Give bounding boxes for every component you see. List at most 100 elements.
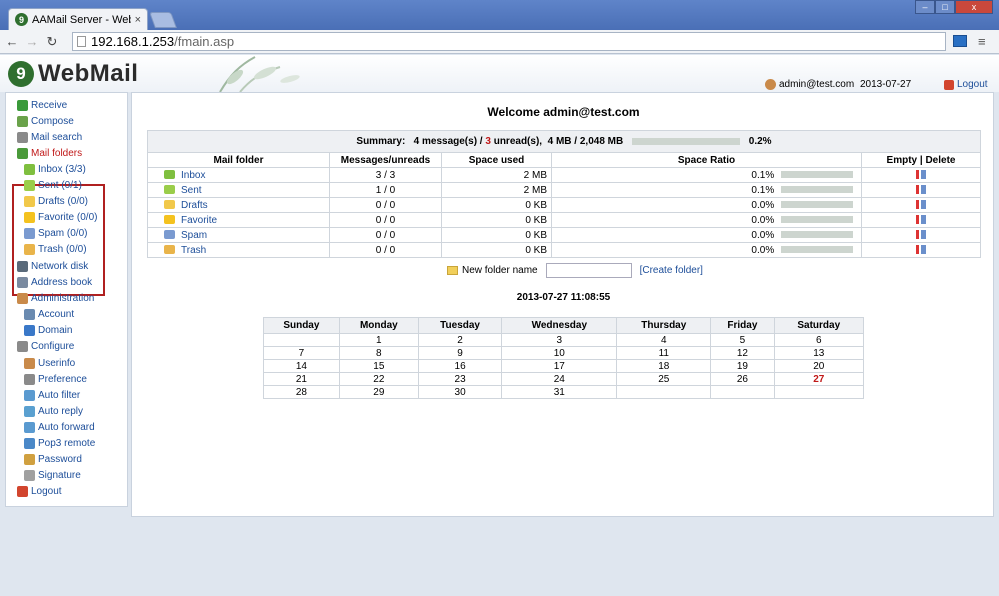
calendar-day: 29 — [338, 385, 419, 399]
empty-delete-icon[interactable] — [916, 200, 926, 210]
folder-link[interactable]: Inbox — [181, 170, 205, 181]
sidebar-item-inbox[interactable]: Inbox (3/3) — [24, 162, 86, 176]
folder-space: 2 MB — [441, 182, 552, 198]
user-email: admin@test.com — [779, 79, 855, 90]
sidebar-item-sent[interactable]: Sent (0/1) — [24, 178, 82, 192]
sidebar-item-compose[interactable]: Compose — [17, 114, 74, 128]
folder-row: Favorite 0 / 00 KB 0.0% — [147, 212, 981, 228]
empty-delete-icon[interactable] — [916, 170, 926, 180]
sidebar-item-auto-forward[interactable]: Auto forward — [24, 420, 95, 434]
folder-ratio-cell: 0.1% — [551, 167, 862, 183]
menu-icon[interactable]: ≡ — [978, 34, 986, 49]
calendar-day: 27 — [773, 372, 865, 386]
empty-delete-icon[interactable] — [916, 230, 926, 240]
maximize-button[interactable]: □ — [935, 0, 955, 14]
folder-ratio-cell: 0.0% — [551, 212, 862, 228]
empty-delete-icon[interactable] — [916, 185, 926, 195]
sidebar-item-preference[interactable]: Preference — [24, 372, 87, 386]
logout-label: Logout — [957, 79, 988, 90]
close-window-button[interactable]: x — [955, 0, 993, 14]
sidebar-item-pop3-remote[interactable]: Pop3 remote — [24, 436, 95, 450]
sidebar-item-administration[interactable]: Administration — [17, 291, 94, 305]
url-host: 192.168.1.253 — [91, 34, 175, 49]
calendar-day: 10 — [501, 346, 618, 360]
sidebar-item-label: Spam (0/0) — [38, 227, 88, 239]
create-folder-link[interactable]: [Create folder] — [640, 265, 703, 276]
folder-ratio-cell: 0.0% — [551, 197, 862, 213]
folder-name-cell: Sent — [147, 182, 330, 198]
browser-toolbar: ← → ↻ 192.168.1.253/fmain.asp ≡ — [0, 30, 999, 54]
sidebar-item-logout[interactable]: Logout — [17, 484, 62, 498]
account-icon — [24, 308, 35, 320]
trash-icon — [164, 245, 175, 255]
sidebar-item-signature[interactable]: Signature — [24, 468, 81, 482]
filter-icon — [24, 389, 35, 401]
folder-actions — [861, 212, 981, 228]
sidebar-item-userinfo[interactable]: Userinfo — [24, 356, 75, 370]
new-folder-input[interactable] — [545, 263, 632, 278]
sidebar-item-trash[interactable]: Trash (0/0) — [24, 242, 87, 256]
folder-name-cell: Trash — [147, 242, 330, 258]
folder-ratio-cell: 0.0% — [551, 242, 862, 258]
sidebar-item-configure[interactable]: Configure — [17, 339, 74, 353]
star-icon — [24, 211, 35, 223]
calendar-day-header: Thursday — [616, 317, 712, 334]
sidebar-item-favorite[interactable]: Favorite (0/0) — [24, 210, 97, 224]
folder-messages: 0 / 0 — [329, 227, 442, 243]
forward-icon[interactable]: → — [24, 34, 40, 49]
reload-icon[interactable]: ↻ — [44, 34, 60, 50]
sidebar-item-mail-folders[interactable]: Mail folders — [17, 146, 82, 160]
sidebar-item-password[interactable]: Password — [24, 452, 82, 466]
folder-link[interactable]: Trash — [181, 245, 206, 256]
sidebar-item-spam[interactable]: Spam (0/0) — [24, 226, 87, 240]
sidebar-item-domain[interactable]: Domain — [24, 323, 72, 337]
calendar-day — [263, 333, 340, 347]
sidebar-item-receive[interactable]: Receive — [17, 98, 67, 112]
sidebar-item-mail-search[interactable]: Mail search — [17, 130, 82, 144]
folder-name-cell: Inbox — [147, 167, 330, 183]
folder-link[interactable]: Sent — [181, 185, 202, 196]
sidebar-item-account[interactable]: Account — [24, 307, 74, 321]
logo-mark-icon: 9 — [8, 61, 34, 87]
folder-row: Drafts 0 / 00 KB 0.0% — [147, 197, 981, 213]
sidebar-item-label: Sent (0/1) — [38, 179, 82, 191]
logout-link[interactable]: Logout — [944, 79, 988, 90]
sidebar-item-label: Administration — [31, 292, 95, 304]
folder-name-cell: Favorite — [147, 212, 330, 228]
page-header: 9 WebMail admin@test.com 2013-07-27 Logo… — [0, 55, 999, 92]
sidebar: Receive Compose Mail search Mail folders Inb… — [5, 92, 128, 507]
sidebar-item-address-book[interactable]: Address book — [17, 275, 92, 289]
sidebar-item-auto-filter[interactable]: Auto filter — [24, 388, 80, 402]
empty-delete-icon[interactable] — [916, 215, 926, 225]
folder-row: Inbox 3 / 32 MB 0.1% — [147, 167, 981, 183]
extension-icon[interactable] — [953, 35, 967, 47]
folder-actions — [861, 227, 981, 243]
sidebar-item-network-disk[interactable]: Network disk — [17, 259, 88, 273]
tab-close-icon[interactable]: × — [135, 14, 141, 26]
summary-usage-bar — [632, 137, 740, 145]
sidebar-item-drafts[interactable]: Drafts (0/0) — [24, 194, 88, 208]
folder-row: Sent 1 / 02 MB 0.1% — [147, 182, 981, 198]
summary-cell: Summary: 4 message(s) / 3 unread(s), 4 M… — [147, 130, 981, 153]
summary-space: 4 MB / 2,048 MB — [547, 136, 624, 147]
browser-tab[interactable]: 9 AAMail Server - Webma × — [8, 8, 148, 30]
gear-icon — [24, 373, 35, 385]
new-folder-form: New folder name [Create folder] — [447, 263, 703, 278]
back-icon[interactable]: ← — [4, 34, 20, 49]
folder-link[interactable]: Spam — [181, 230, 207, 241]
empty-delete-icon[interactable] — [916, 245, 926, 255]
folder-row: Spam 0 / 00 KB 0.0% — [147, 227, 981, 243]
col-mail-folder: Mail folder — [147, 152, 330, 168]
folder-ratio-cell: 0.1% — [551, 182, 862, 198]
calendar-day: 1 — [338, 333, 419, 347]
sidebar-item-auto-reply[interactable]: Auto reply — [24, 404, 83, 418]
address-input[interactable]: 192.168.1.253/fmain.asp — [72, 32, 946, 51]
user-icon — [24, 357, 35, 369]
calendar-day-header: Tuesday — [417, 317, 503, 334]
new-tab-button[interactable] — [149, 12, 177, 28]
summary-unread-text: unread(s), — [493, 136, 543, 147]
folder-link[interactable]: Favorite — [181, 215, 217, 226]
folder-link[interactable]: Drafts — [181, 200, 208, 211]
minimize-button[interactable]: – — [915, 0, 935, 14]
url-path: /fmain.asp — [174, 34, 235, 49]
